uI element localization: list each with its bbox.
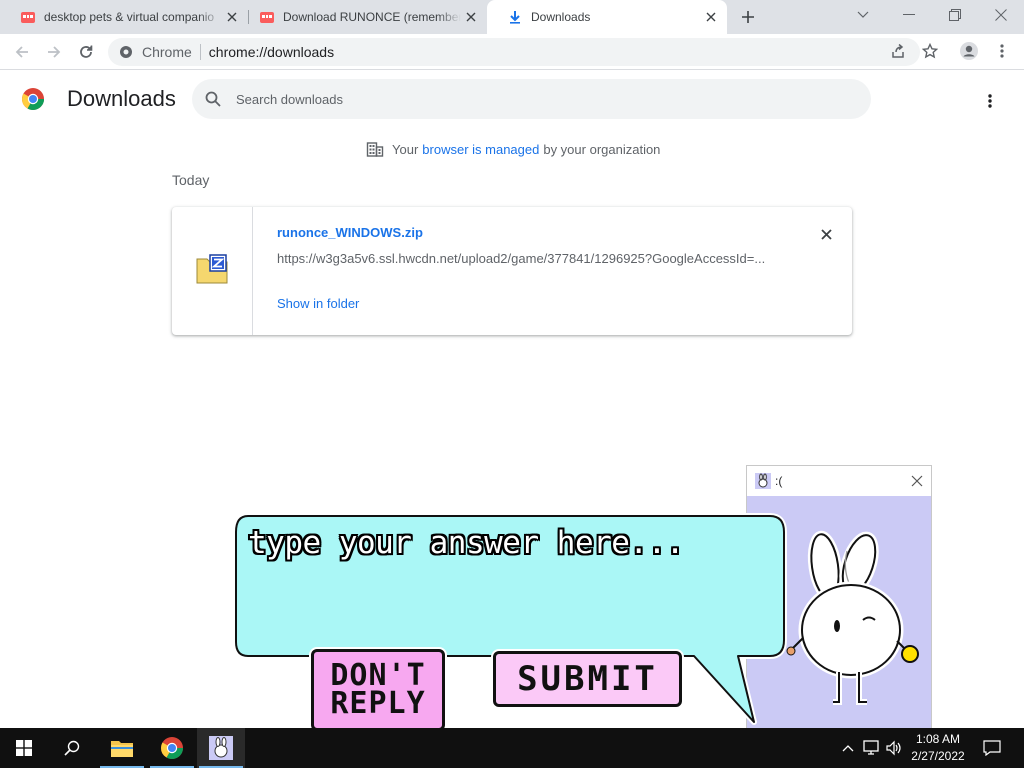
date-heading: Today bbox=[172, 172, 210, 188]
game-window-title: :( bbox=[775, 474, 783, 488]
browser-managed-link[interactable]: browser is managed bbox=[422, 142, 539, 157]
dont-reply-button[interactable]: DON'T REPLY bbox=[311, 649, 445, 731]
taskbar-runonce-game[interactable] bbox=[197, 728, 245, 768]
zip-file-icon bbox=[195, 253, 229, 290]
chrome-site-icon bbox=[118, 44, 134, 60]
system-clock[interactable]: 1:08 AM 2/27/2022 bbox=[906, 731, 970, 765]
new-tab-button[interactable] bbox=[736, 5, 760, 29]
site-name: Chrome bbox=[142, 44, 192, 60]
taskbar-file-explorer[interactable] bbox=[98, 728, 146, 768]
browser-toolbar: Chrome chrome://downloads bbox=[0, 34, 1024, 70]
submit-button[interactable]: SUBMIT bbox=[493, 651, 682, 707]
network-icon[interactable] bbox=[861, 738, 881, 758]
volume-icon[interactable] bbox=[884, 738, 904, 758]
download-icon bbox=[507, 9, 523, 25]
downloads-menu-icon[interactable] bbox=[978, 89, 1002, 113]
bunny-app-icon bbox=[209, 736, 233, 760]
close-window-button[interactable] bbox=[978, 0, 1024, 30]
bookmark-star-icon[interactable] bbox=[919, 40, 941, 62]
tab-title: desktop pets & virtual companio bbox=[44, 10, 222, 24]
back-button[interactable] bbox=[10, 40, 34, 64]
notification-center-icon[interactable] bbox=[980, 736, 1004, 760]
download-item: runonce_WINDOWS.zip https://w3g3a5v6.ssl… bbox=[172, 207, 852, 335]
taskbar-search-button[interactable] bbox=[48, 728, 96, 768]
file-icon-column bbox=[172, 207, 253, 335]
close-tab-icon[interactable] bbox=[703, 9, 719, 25]
tab-title: Downloads bbox=[531, 10, 709, 24]
clock-time: 1:08 AM bbox=[915, 732, 961, 746]
download-source-url[interactable]: https://w3g3a5v6.ssl.hwcdn.net/upload2/g… bbox=[277, 251, 787, 266]
bunny-app-icon bbox=[755, 473, 771, 489]
url-text: chrome://downloads bbox=[208, 44, 335, 60]
tab-runonce[interactable]: Download RUNONCE (remember bbox=[239, 0, 487, 34]
managed-suffix: by your organization bbox=[543, 141, 661, 157]
reload-button[interactable] bbox=[74, 40, 98, 64]
close-tab-icon[interactable] bbox=[224, 9, 240, 25]
dont-reply-line2: REPLY bbox=[330, 686, 426, 721]
restore-button[interactable] bbox=[932, 0, 978, 30]
folder-icon bbox=[111, 741, 133, 757]
minimize-button[interactable] bbox=[886, 0, 932, 30]
download-filename-link[interactable]: runonce_WINDOWS.zip bbox=[277, 225, 423, 240]
search-downloads-field[interactable] bbox=[192, 79, 871, 119]
remove-download-icon[interactable] bbox=[816, 224, 836, 244]
windows-logo-icon bbox=[16, 740, 32, 756]
search-input[interactable] bbox=[236, 91, 836, 107]
downloads-header: Downloads bbox=[0, 71, 1024, 127]
tab-strip: desktop pets & virtual companio Download… bbox=[0, 0, 1024, 34]
address-bar[interactable]: Chrome chrome://downloads bbox=[108, 38, 920, 66]
profile-avatar-icon[interactable] bbox=[958, 40, 980, 62]
windows-taskbar: 1:08 AM 2/27/2022 bbox=[0, 728, 1024, 768]
game-titlebar[interactable]: :( bbox=[747, 466, 931, 496]
show-hidden-icons-chevron-icon[interactable] bbox=[838, 738, 858, 758]
tab-downloads[interactable]: Downloads bbox=[487, 0, 727, 34]
tab-desktop-pets[interactable]: desktop pets & virtual companio bbox=[0, 0, 248, 34]
itchio-icon bbox=[20, 9, 36, 25]
omnibox-divider bbox=[199, 44, 201, 60]
show-in-folder-link[interactable]: Show in folder bbox=[277, 296, 359, 311]
chrome-menu-icon[interactable] bbox=[991, 40, 1013, 62]
game-close-icon[interactable] bbox=[909, 473, 925, 489]
forward-button[interactable] bbox=[42, 40, 66, 64]
building-icon bbox=[366, 140, 384, 158]
managed-prefix: Your bbox=[392, 141, 419, 157]
taskbar-chrome[interactable] bbox=[148, 728, 196, 768]
chrome-icon bbox=[161, 737, 183, 759]
close-tab-icon[interactable] bbox=[463, 9, 479, 25]
tab-search-icon[interactable] bbox=[840, 0, 886, 30]
managed-notice: Your browser is managed by your organiza… bbox=[366, 140, 660, 158]
clock-date: 2/27/2022 bbox=[911, 749, 965, 763]
itchio-icon bbox=[259, 9, 275, 25]
share-icon[interactable] bbox=[887, 40, 909, 62]
search-icon bbox=[204, 90, 222, 108]
answer-input-prompt[interactable]: type your answer here... bbox=[248, 525, 684, 561]
search-icon bbox=[64, 740, 80, 756]
chrome-logo-icon bbox=[21, 87, 45, 111]
tab-title: Download RUNONCE (remember bbox=[283, 10, 461, 24]
start-button[interactable] bbox=[0, 728, 48, 768]
page-title: Downloads bbox=[67, 86, 176, 111]
